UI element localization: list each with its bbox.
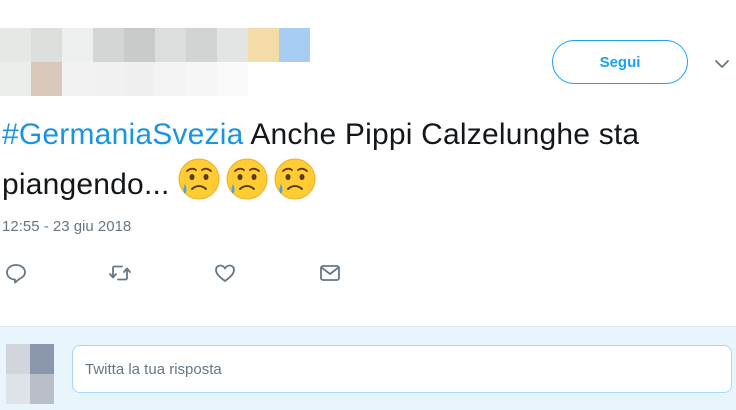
emoji-group (176, 156, 318, 202)
sad-but-relieved-face-icon (178, 158, 220, 200)
hashtag-link[interactable]: #GermaniaSvezia (2, 118, 243, 151)
sad-but-relieved-face-icon (274, 158, 316, 200)
direct-message-icon[interactable] (318, 261, 342, 285)
pixelated-author-name (0, 28, 310, 96)
avatar (6, 344, 54, 404)
sad-but-relieved-face-icon (226, 158, 268, 200)
tweet-actions (0, 261, 400, 287)
like-icon[interactable] (213, 261, 237, 285)
tweet-text: #GermaniaSvezia Anche Pippi Calzelunghe … (2, 114, 736, 206)
follow-button[interactable]: Segui (552, 40, 688, 84)
reply-input[interactable] (72, 345, 732, 393)
tweet-timestamp[interactable]: 12:55 - 23 giu 2018 (2, 218, 131, 235)
reply-icon[interactable] (4, 261, 28, 285)
chevron-down-icon[interactable] (712, 54, 732, 74)
retweet-icon[interactable] (108, 261, 132, 285)
